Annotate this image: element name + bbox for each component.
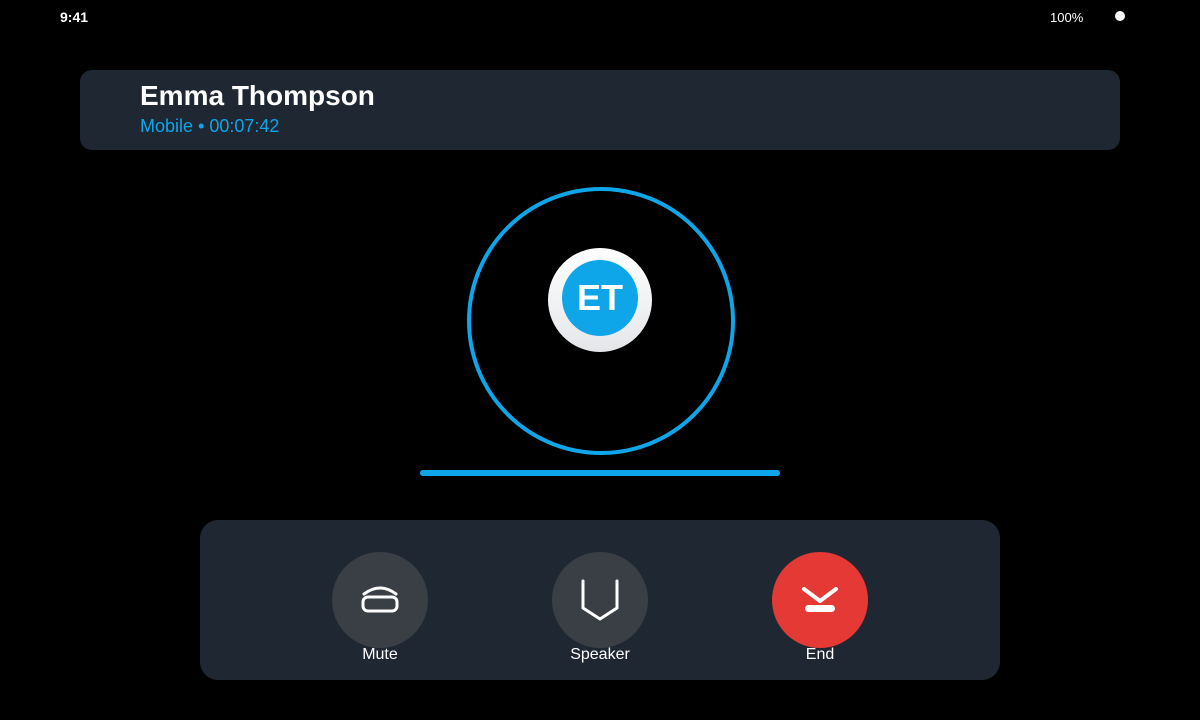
- mute-label: Mute: [362, 646, 398, 663]
- call-screen: 9:41 100% Emma Thompson Mobile • 00:07:4…: [0, 0, 1200, 720]
- audio-level-fill: [420, 470, 780, 476]
- hang-up-icon: [800, 585, 840, 615]
- speaker-control: Speaker: [540, 552, 660, 672]
- audio-level-bar: [420, 470, 780, 476]
- call-info: Mobile • 00:07:42: [140, 116, 280, 136]
- battery-percent: 100%: [1050, 10, 1084, 25]
- speaker-label: Speaker: [570, 646, 630, 663]
- call-header: Emma Thompson Mobile • 00:07:42: [80, 70, 1120, 150]
- avatar: ET: [548, 248, 652, 352]
- call-controls: Mute Speaker End: [200, 520, 1000, 680]
- battery-dot-icon: [1115, 11, 1125, 21]
- speaker-button[interactable]: [552, 552, 648, 648]
- mute-control: Mute: [320, 552, 440, 672]
- caller-name: Emma Thompson: [140, 80, 375, 111]
- end-call-button[interactable]: [772, 552, 868, 648]
- status-time: 9:41: [60, 9, 89, 25]
- handset-icon: [360, 580, 400, 620]
- end-control: End: [760, 552, 880, 672]
- end-label: End: [805, 646, 835, 663]
- shield-speaker-icon: [580, 578, 620, 622]
- mute-button[interactable]: [332, 552, 428, 648]
- avatar-initials: ET: [562, 260, 638, 336]
